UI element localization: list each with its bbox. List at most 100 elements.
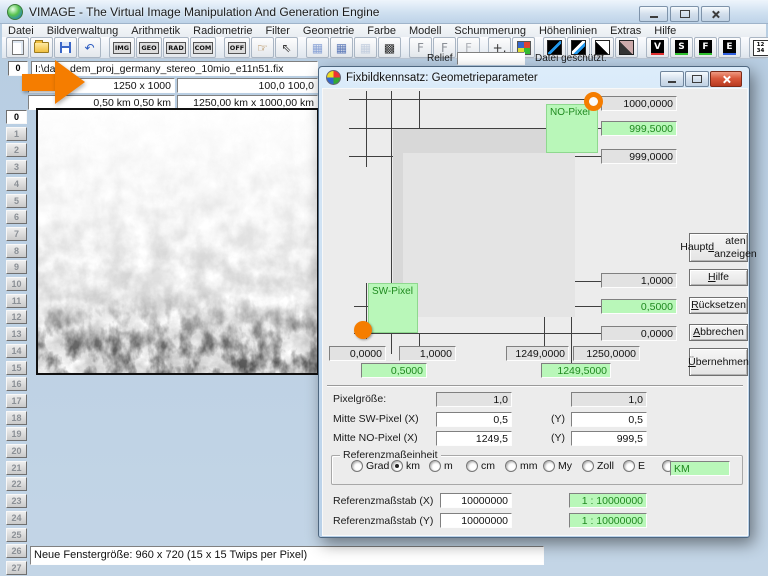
menu-item-modell[interactable]: Modell	[409, 25, 441, 37]
unit-radio-mm[interactable]: mm	[505, 460, 538, 472]
radio-dot	[466, 460, 478, 472]
dialog-close-button[interactable]	[710, 71, 742, 87]
slot-button-24[interactable]: 24	[6, 511, 27, 525]
slot-button-26[interactable]: 26	[6, 544, 27, 558]
close-button[interactable]	[701, 6, 730, 22]
dialog-minimize-button[interactable]	[660, 71, 684, 87]
slot-button-10[interactable]: 10	[6, 277, 27, 291]
pixel-extent-box	[403, 153, 575, 317]
slot-button-18[interactable]: 18	[6, 411, 27, 425]
menu-item-schummerung[interactable]: Schummerung	[454, 25, 526, 37]
select-arrow-icon[interactable]: ⇖	[275, 37, 298, 58]
radio-dot	[351, 460, 363, 472]
glyph: F	[441, 42, 448, 54]
slope-4-icon[interactable]	[615, 37, 638, 58]
save-icon[interactable]	[54, 37, 77, 58]
pan-hand-icon[interactable]: ☞	[251, 37, 274, 58]
slot-button-15[interactable]: 15	[6, 361, 27, 375]
menu-item-radiometrie[interactable]: Radiometrie	[193, 25, 252, 37]
v-channel-icon[interactable]: V	[646, 37, 669, 58]
numbers-icon[interactable]: 1234	[749, 37, 768, 58]
unit-radio-km[interactable]: km	[391, 460, 420, 472]
menu-item-filter[interactable]: Filter	[265, 25, 289, 37]
scale-x-input[interactable]: 10000000	[440, 493, 512, 508]
menu-item-farbe[interactable]: Farbe	[367, 25, 396, 37]
slot-button-1[interactable]: 1	[6, 127, 27, 141]
menu-item-hilfe[interactable]: Hilfe	[654, 25, 676, 37]
file-path-suffix: m_dem_proj_germany_stereo_10mio_e11n51.f…	[55, 63, 283, 75]
no-x-input[interactable]: 1249,5	[436, 431, 512, 446]
menu-item-h-henlinien[interactable]: Höhenlinien	[539, 25, 597, 37]
sw-y-input[interactable]: 0,5	[571, 412, 647, 427]
coord-field-bottom-0: 0,0000	[329, 346, 386, 361]
unit-radio-zoll[interactable]: Zoll	[582, 460, 614, 472]
slot-button-0[interactable]: 0	[6, 110, 27, 124]
slot-button-16[interactable]: 16	[6, 377, 27, 391]
slot-button-14[interactable]: 14	[6, 344, 27, 358]
s-channel-icon[interactable]: S	[670, 37, 693, 58]
unit-radio-my[interactable]: My	[543, 460, 572, 472]
grid-dark-icon[interactable]: ▩	[378, 37, 401, 58]
slot-button-12[interactable]: 12	[6, 310, 27, 324]
slot-button-6[interactable]: 6	[6, 210, 27, 224]
unit-radio-cm[interactable]: cm	[466, 460, 495, 472]
com-mode-button[interactable]: COM	[190, 37, 216, 58]
dialog-icon	[326, 70, 341, 85]
menu-item-arithmetik[interactable]: Arithmetik	[131, 25, 180, 37]
slot-button-17[interactable]: 17	[6, 394, 27, 408]
f-channel-icon[interactable]: F	[694, 37, 717, 58]
slot-button-3[interactable]: 3	[6, 160, 27, 174]
image-viewport[interactable]	[36, 108, 319, 375]
floppy-glyph	[60, 42, 71, 53]
maximize-button[interactable]	[670, 6, 699, 22]
grid-medium-icon[interactable]: ▦	[330, 37, 353, 58]
coord-field-bottom-3: 1250,0000	[573, 346, 640, 361]
menu-item-extras[interactable]: Extras	[610, 25, 641, 37]
geo-mode-button[interactable]: GEO	[136, 37, 162, 58]
toolbar-text: OFF	[228, 42, 246, 54]
hauptdaten-anzeigen-button[interactable]: Hauptdaten anzeigen	[689, 233, 748, 262]
menu-item-datei[interactable]: Datei	[8, 25, 34, 37]
slot-button-21[interactable]: 21	[6, 461, 27, 475]
slot-button-9[interactable]: 9	[6, 260, 27, 274]
dialog-maximize-button[interactable]	[685, 71, 709, 87]
slot-button-8[interactable]: 8	[6, 244, 27, 258]
scale-y-input[interactable]: 10000000	[440, 513, 512, 528]
scale-y-label: Referenzmaßstab (Y)	[333, 515, 443, 529]
r-cksetzen-button[interactable]: Rücksetzen	[689, 297, 748, 314]
slot-button-25[interactable]: 25	[6, 528, 27, 542]
slot-button-19[interactable]: 19	[6, 427, 27, 441]
off-button[interactable]: OFF	[224, 37, 250, 58]
img-mode-button[interactable]: IMG	[109, 37, 135, 58]
relief-field[interactable]	[457, 52, 525, 65]
slot-button-4[interactable]: 4	[6, 177, 27, 191]
slot-button-20[interactable]: 20	[6, 444, 27, 458]
grid-faint-icon[interactable]: ▦	[354, 37, 377, 58]
slot-button-5[interactable]: 5	[6, 194, 27, 208]
abbrechen-button[interactable]: Abbrechen	[689, 324, 748, 341]
open-folder-icon[interactable]	[30, 37, 53, 58]
new-file-icon[interactable]	[6, 37, 29, 58]
unit-radio-m[interactable]: m	[429, 460, 453, 472]
rad-mode-button[interactable]: RAD	[163, 37, 189, 58]
slot-button-2[interactable]: 2	[6, 143, 27, 157]
minimize-button[interactable]	[639, 6, 668, 22]
unit-radio-grad[interactable]: Grad	[351, 460, 389, 472]
menu-item-geometrie[interactable]: Geometrie	[303, 25, 354, 37]
slot-button-23[interactable]: 23	[6, 494, 27, 508]
-bernehmen-button[interactable]: Übernehmen	[689, 348, 748, 376]
pixelsize-label: Pixelgröße:	[333, 393, 443, 407]
hilfe-button[interactable]: Hilfe	[689, 269, 748, 286]
sw-x-input[interactable]: 0,5	[436, 412, 512, 427]
slot-button-22[interactable]: 22	[6, 477, 27, 491]
slot-button-27[interactable]: 27	[6, 561, 27, 575]
slot-button-11[interactable]: 11	[6, 294, 27, 308]
undo-icon[interactable]: ↶	[78, 37, 101, 58]
e-channel-icon[interactable]: E	[718, 37, 741, 58]
unit-radio-e[interactable]: E	[623, 460, 645, 472]
no-y-input[interactable]: 999,5	[571, 431, 647, 446]
grid-light-icon[interactable]: ▦	[306, 37, 329, 58]
slot-button-7[interactable]: 7	[6, 227, 27, 241]
slot-button-13[interactable]: 13	[6, 327, 27, 341]
menu-item-bildverwaltung[interactable]: Bildverwaltung	[47, 25, 119, 37]
